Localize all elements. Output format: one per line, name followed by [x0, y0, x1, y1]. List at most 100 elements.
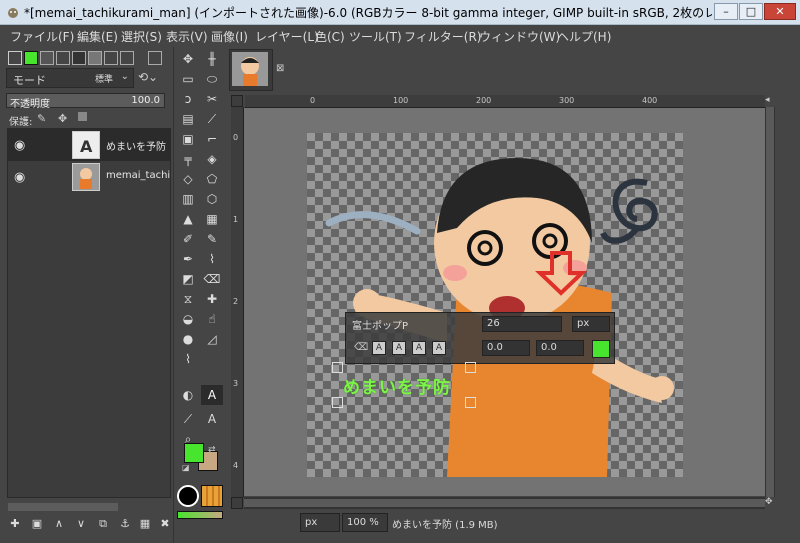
gradient-preview[interactable] [177, 511, 223, 519]
font-unit-select[interactable]: px [572, 316, 610, 332]
smudge-tool-icon[interactable]: ☝ [201, 309, 223, 329]
foreground-select-icon[interactable]: ▣ [177, 129, 199, 149]
layer-name[interactable]: めまいを予防 [106, 138, 170, 153]
panel-menu-icon[interactable] [148, 51, 162, 65]
paintbrush-icon[interactable]: ✐ [177, 229, 199, 249]
menu-color[interactable]: 色(C) [315, 28, 345, 45]
quick-mask-corner[interactable] [231, 95, 243, 107]
brushes-tab-icon[interactable] [88, 51, 102, 65]
close-button[interactable]: ✕ [764, 3, 796, 20]
mask-layer-icon[interactable]: ▦ [138, 517, 152, 531]
ellipse-select-icon[interactable]: ⬭ [201, 69, 223, 89]
underline-button[interactable]: A [412, 341, 426, 355]
measure-text-icon[interactable]: A [201, 409, 223, 429]
text-tool-icon[interactable]: A [201, 385, 223, 405]
dodge-burn-icon[interactable]: ● [177, 329, 199, 349]
kerning-input[interactable]: 0.0 [536, 340, 584, 356]
image-tab[interactable] [229, 49, 273, 91]
perspective-clone-icon[interactable]: ▥ [177, 189, 199, 209]
menu-help[interactable]: ヘルプ(H) [557, 28, 611, 45]
menu-file[interactable]: ファイル(F) [10, 28, 74, 45]
ink-tool-icon[interactable]: ⌇ [201, 249, 223, 269]
canvas-text-layer[interactable]: めまいを予防 [343, 373, 451, 398]
paths-tool-icon[interactable]: ◿ [201, 329, 223, 349]
warp-tool-icon[interactable]: ◈ [201, 149, 223, 169]
airbrush-icon[interactable]: ✒ [177, 249, 199, 269]
horizontal-scrollbar[interactable] [244, 497, 765, 509]
lock-position-icon[interactable]: ✥ [58, 112, 67, 125]
new-layer-icon[interactable]: ✚ [8, 517, 22, 531]
clear-style-icon[interactable]: ⌫ [354, 342, 368, 353]
align-tool-icon[interactable]: ╫ [201, 49, 223, 69]
menu-image[interactable]: 画像(I) [211, 28, 248, 45]
foreground-color-swatch[interactable] [184, 443, 204, 463]
mypaint-brush-icon[interactable]: ◩ [177, 269, 199, 289]
font-name-field[interactable]: 富士ポップP [352, 317, 408, 332]
menu-select[interactable]: 選択(S) [121, 28, 162, 45]
raise-layer-icon[interactable]: ∧ [52, 517, 66, 531]
canvas-viewport[interactable] [244, 108, 765, 496]
horizontal-scroll-thumb[interactable] [244, 499, 765, 507]
bucket-fill-icon[interactable]: ▲ [177, 209, 199, 229]
duplicate-layer-icon[interactable]: ⧉ [96, 517, 110, 531]
font-size-input[interactable]: 26 [482, 316, 562, 332]
fuzzy-select-icon[interactable]: ▤ [177, 109, 199, 129]
rect-select-icon[interactable]: ▭ [177, 69, 199, 89]
channels-tab-icon[interactable] [40, 51, 54, 65]
menu-windows[interactable]: ウィンドウ(W) [479, 28, 560, 45]
swap-colors-icon[interactable]: ⇄ [208, 445, 216, 455]
eyedropper-icon[interactable]: ⟋ [177, 409, 199, 429]
menu-layer[interactable]: レイヤー(L) [255, 28, 319, 45]
baseline-input[interactable]: 0.0 [482, 340, 530, 356]
cage-tool-icon[interactable]: ⬡ [201, 189, 223, 209]
eye-icon[interactable]: ◉ [14, 138, 25, 153]
menu-tools[interactable]: ツール(T) [349, 28, 402, 45]
color-picker-icon[interactable]: ⌇ [177, 349, 199, 369]
flip-tool-icon[interactable]: ⬠ [201, 169, 223, 189]
text-color-swatch[interactable] [592, 340, 610, 358]
menu-edit[interactable]: 編集(E) [77, 28, 118, 45]
lower-layer-icon[interactable]: ∨ [74, 517, 88, 531]
default-colors-icon[interactable]: ◪ [182, 463, 190, 472]
layers-scrollbar[interactable] [8, 503, 118, 511]
unified-transform-icon[interactable]: ◇ [177, 169, 199, 189]
text-box-handle[interactable] [465, 397, 476, 408]
layers-tab-icon[interactable] [24, 51, 38, 65]
mode-select[interactable]: モード 標準 ⌄ [6, 68, 134, 88]
clone-tool-icon[interactable]: ⧖ [177, 289, 199, 309]
delete-layer-icon[interactable]: ✖ [158, 517, 172, 531]
navigate-icon[interactable]: ✥ [765, 497, 775, 509]
eraser-icon[interactable]: ⌫ [201, 269, 223, 289]
scissors-select-icon[interactable]: ✂ [201, 89, 223, 109]
lock-pixels-icon[interactable]: ✎ [37, 112, 46, 125]
lock-alpha-icon[interactable] [78, 112, 87, 121]
free-select-icon[interactable]: ↄ [177, 89, 199, 109]
anchor-layer-icon[interactable]: ⚓ [118, 517, 132, 531]
move-tool-icon[interactable]: ✥ [177, 49, 199, 69]
maximize-button[interactable]: □ [739, 3, 763, 20]
undo-tab-icon[interactable] [104, 51, 118, 65]
strikethrough-button[interactable]: A [432, 341, 446, 355]
zoom-follow-icon[interactable]: ◂ [765, 95, 775, 107]
blur-tool-icon[interactable]: ◒ [177, 309, 199, 329]
layer-row-image[interactable]: ◉ memai_tachik [8, 161, 170, 193]
new-layer-group-icon[interactable]: ▣ [30, 517, 44, 531]
text-box-handle[interactable] [465, 362, 476, 373]
text-box-handle[interactable] [332, 397, 343, 408]
italic-button[interactable]: A [392, 341, 406, 355]
menu-filters[interactable]: フィルター(R) [404, 28, 481, 45]
menu-view[interactable]: 表示(V) [166, 28, 208, 45]
heal-tool-icon[interactable]: ✚ [201, 289, 223, 309]
composite-mode-icon[interactable]: ⟲⌄ [138, 70, 166, 86]
close-tab-icon[interactable]: ⊠ [276, 63, 284, 74]
tab-menu-icon[interactable] [8, 51, 22, 65]
gradient-tool-icon[interactable]: ▦ [201, 209, 223, 229]
transform-tool-icon[interactable]: ╤ [177, 149, 199, 169]
pattern-preview[interactable] [201, 485, 223, 507]
text-box-handle[interactable] [332, 362, 343, 373]
minimize-button[interactable]: – [714, 3, 738, 20]
crop-tool-icon[interactable]: ⌐ [201, 129, 223, 149]
brush-preview[interactable] [177, 485, 199, 507]
zoom-select[interactable]: 100 % [342, 513, 388, 532]
dodge-tool-icon[interactable]: ◐ [177, 385, 199, 405]
